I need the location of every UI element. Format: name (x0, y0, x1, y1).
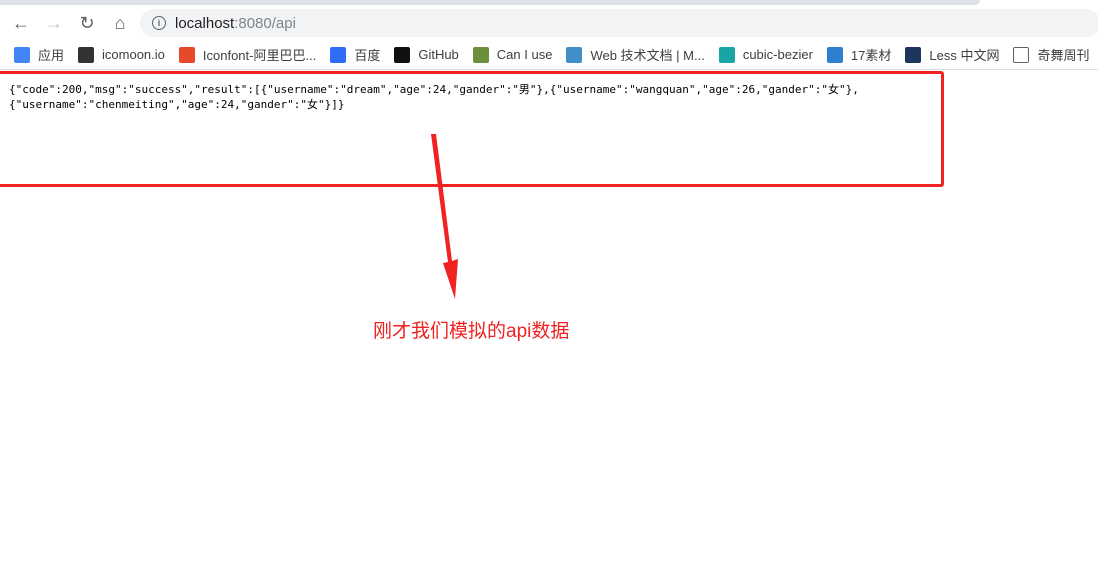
caniuse-icon (472, 46, 489, 63)
apps-grid-icon (14, 46, 30, 63)
bookmark-label: 百度 (354, 48, 381, 63)
cubic-bezier-icon (718, 46, 735, 63)
iconfont-icon (178, 46, 195, 63)
bookmark-label: Can I use (496, 47, 553, 62)
address-bar[interactable]: i localhost:8080/api (140, 9, 1098, 37)
bookmark-item[interactable]: 百度 (330, 45, 380, 64)
icomoon-icon (78, 46, 95, 63)
browser-toolbar: ← → ↻ ⌂ i localhost:8080/api (0, 6, 1098, 40)
page-icon (1013, 46, 1030, 63)
bookmark-label: 应用 (38, 48, 65, 63)
annotation-text: 刚才我们模拟的api数据 (373, 321, 570, 342)
back-icon[interactable]: ← (9, 11, 33, 35)
17sucai-icon (826, 46, 843, 63)
forward-icon[interactable]: → (42, 11, 66, 35)
bookmark-item[interactable]: Can I use (472, 46, 553, 63)
mdn-icon (566, 46, 583, 63)
bookmark-item[interactable]: 奇舞周刊 (1013, 45, 1089, 64)
url-host: localhost (175, 14, 235, 32)
bookmark-item[interactable]: GitHub (394, 46, 459, 63)
bookmark-item[interactable]: icomoon.io (78, 46, 165, 63)
bookmark-item[interactable]: 17素材 (826, 45, 892, 64)
bookmark-label: GitHub (418, 47, 459, 62)
bookmark-item[interactable]: Web 技术文档 | M... (566, 45, 705, 64)
bookmark-label: Iconfont-阿里巴巴... (202, 48, 317, 63)
reload-icon[interactable]: ↻ (75, 11, 99, 35)
bookmark-label: 奇舞周刊 (1037, 48, 1090, 63)
bookmark-label: 17素材 (850, 48, 892, 63)
arrow-annotation (431, 134, 458, 299)
bookmarks-bar: 应用 icomoon.io Iconfont-阿里巴巴... 百度 GitHub Can … (0, 40, 1098, 70)
bookmark-item[interactable]: cubic-bezier (718, 46, 813, 63)
less-icon (905, 46, 922, 63)
bookmark-item[interactable]: Less 中文网 (905, 45, 999, 64)
info-icon[interactable]: i (152, 16, 166, 30)
home-icon[interactable]: ⌂ (108, 11, 132, 35)
page-content: {"code":200,"msg":"success","result":[{"… (0, 71, 1098, 572)
bookmark-item[interactable]: Iconfont-阿里巴巴... (178, 45, 317, 64)
url-path: :8080/api (234, 14, 296, 32)
baidu-paw-icon (330, 46, 347, 63)
github-icon (394, 46, 411, 63)
bookmark-label: Web 技术文档 | M... (590, 48, 705, 63)
bookmark-label: icomoon.io (102, 47, 165, 62)
bookmark-label: Less 中文网 (929, 48, 1000, 63)
bookmark-label: cubic-bezier (742, 47, 813, 62)
bookmark-item[interactable]: 应用 (14, 45, 64, 64)
